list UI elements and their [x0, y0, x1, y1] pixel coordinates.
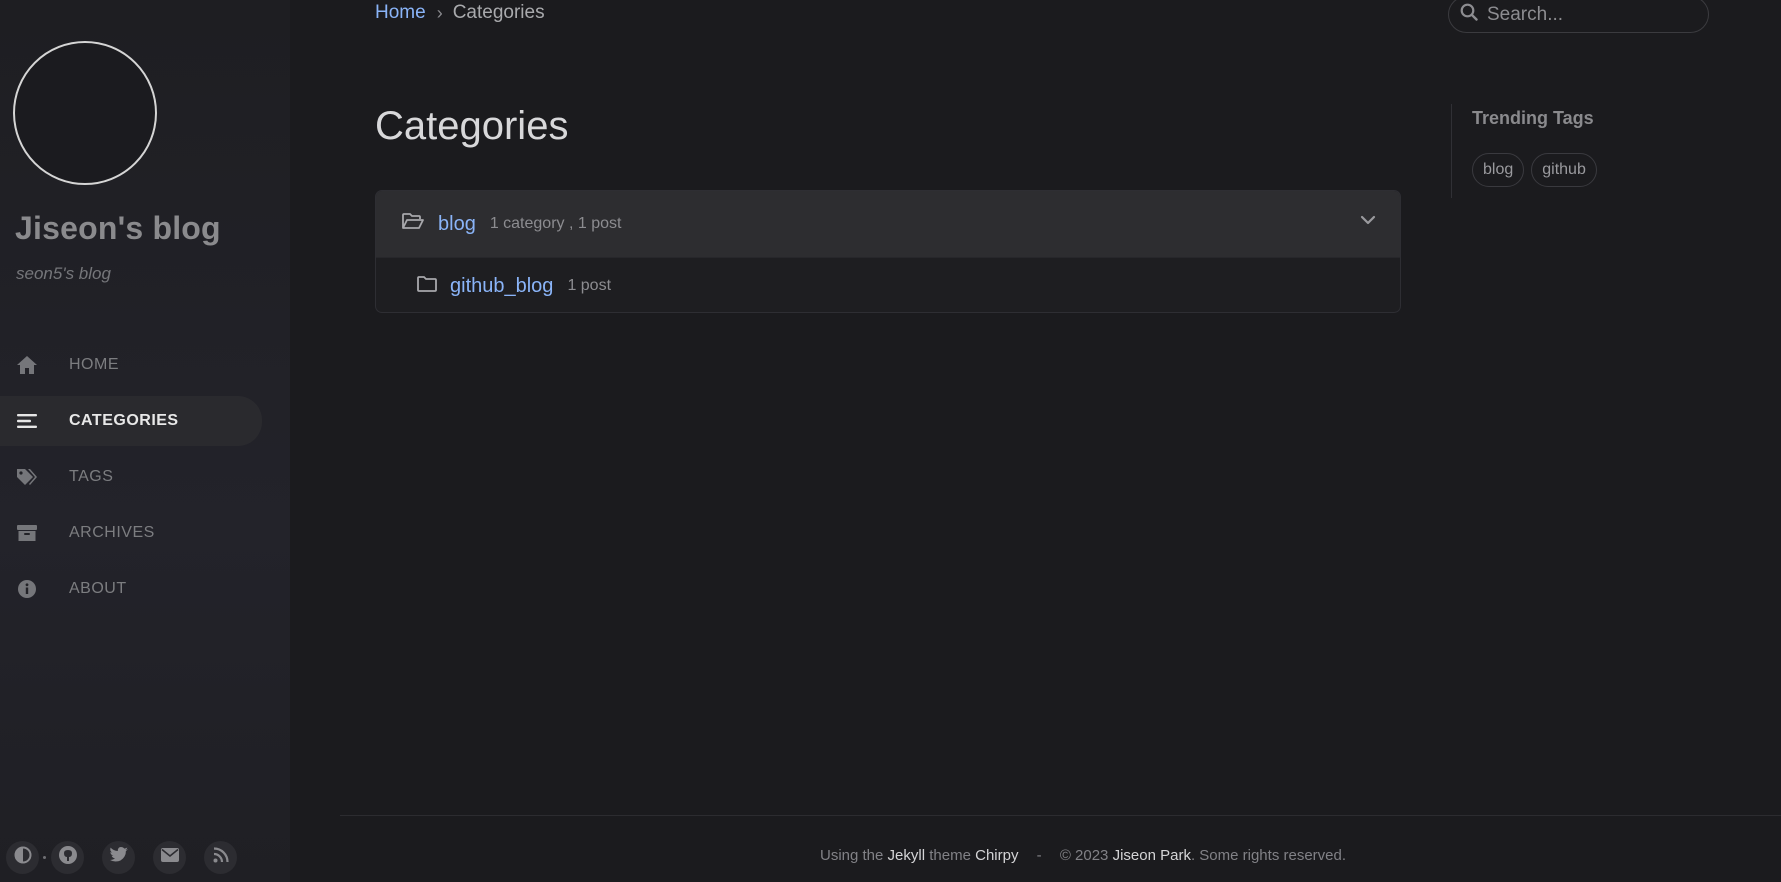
- copyright-text: © 2023: [1059, 847, 1109, 864]
- category-meta: 1 category , 1 post: [489, 215, 622, 232]
- search-icon: [1460, 3, 1478, 26]
- rights-text: . Some rights reserved.: [1190, 847, 1347, 864]
- folder-open-icon: [402, 213, 424, 235]
- trending-tags-title: Trending Tags: [1472, 108, 1594, 128]
- chevron-down-icon[interactable]: [1360, 213, 1376, 231]
- sidebar-item-label: HOME: [69, 356, 119, 373]
- email-icon: [160, 848, 179, 867]
- github-icon: [58, 845, 78, 870]
- subcategory-row: github_blog 1 post: [376, 257, 1400, 312]
- sidebar: Jiseon's blog seon5's blog HOME CATEGORI…: [0, 0, 290, 882]
- subcategory-meta: 1 post: [567, 277, 612, 294]
- sidebar-item-label: ABOUT: [69, 580, 127, 597]
- theme-toggle-button[interactable]: [6, 841, 39, 874]
- rss-icon: [213, 847, 229, 868]
- sidebar-item-categories[interactable]: CATEGORIES: [0, 396, 262, 446]
- github-link[interactable]: [51, 841, 84, 874]
- email-link[interactable]: [153, 841, 186, 874]
- rss-link[interactable]: [204, 841, 237, 874]
- chirpy-link[interactable]: Chirpy: [975, 847, 1018, 864]
- footer-text: theme: [929, 847, 971, 864]
- breadcrumb-separator: ›: [436, 2, 443, 23]
- separator-dot: [43, 856, 46, 859]
- tag-list: blog github: [1472, 153, 1604, 187]
- tag-blog[interactable]: blog: [1472, 153, 1525, 187]
- breadcrumb-home-link[interactable]: Home: [375, 2, 426, 24]
- folder-icon: [417, 275, 437, 297]
- category-header[interactable]: blog 1 category , 1 post: [376, 191, 1400, 257]
- sidebar-item-label: TAGS: [69, 468, 114, 485]
- stream-icon: [16, 410, 38, 432]
- theme-toggle-icon: [14, 846, 32, 869]
- sidebar-item-label: CATEGORIES: [69, 412, 179, 429]
- archive-icon: [16, 522, 38, 544]
- jekyll-link[interactable]: Jekyll: [888, 847, 926, 864]
- sidebar-item-about[interactable]: ABOUT: [0, 564, 262, 614]
- trending-tags-panel: Trending Tags blog github: [1451, 104, 1604, 198]
- sidebar-item-archives[interactable]: ARCHIVES: [0, 508, 262, 558]
- sidebar-item-home[interactable]: HOME: [0, 340, 262, 390]
- twitter-link[interactable]: [102, 841, 135, 874]
- footer: Using the Jekyll theme Chirpy - © 2023 J…: [820, 847, 1346, 864]
- footer-divider: [340, 815, 1781, 816]
- subcategory-link[interactable]: github_blog: [450, 275, 553, 298]
- search-box[interactable]: [1448, 0, 1709, 33]
- footer-separator: -: [1036, 847, 1042, 864]
- category-link[interactable]: blog: [438, 213, 476, 236]
- page-title: Categories: [375, 104, 569, 148]
- sidebar-item-label: ARCHIVES: [69, 524, 155, 541]
- breadcrumb: Home › Categories: [375, 2, 545, 24]
- breadcrumb-current: Categories: [452, 2, 545, 23]
- info-circle-icon: [16, 578, 38, 600]
- category-card: blog 1 category , 1 post github_blog 1 p…: [375, 190, 1401, 313]
- site-title[interactable]: Jiseon's blog: [15, 210, 221, 247]
- site-subtitle: seon5's blog: [16, 264, 111, 283]
- tag-github[interactable]: github: [1531, 153, 1597, 187]
- search-input[interactable]: [1487, 3, 1687, 26]
- author-link[interactable]: Jiseon Park: [1113, 847, 1191, 864]
- avatar[interactable]: [13, 41, 157, 185]
- sidebar-bottom: [6, 841, 255, 874]
- twitter-icon: [109, 846, 129, 869]
- home-icon: [16, 354, 38, 376]
- footer-text: Using the: [820, 847, 884, 864]
- sidebar-nav: HOME CATEGORIES TAGS ARCHIVES ABOUT: [0, 340, 262, 620]
- tags-icon: [16, 466, 38, 488]
- sidebar-item-tags[interactable]: TAGS: [0, 452, 262, 502]
